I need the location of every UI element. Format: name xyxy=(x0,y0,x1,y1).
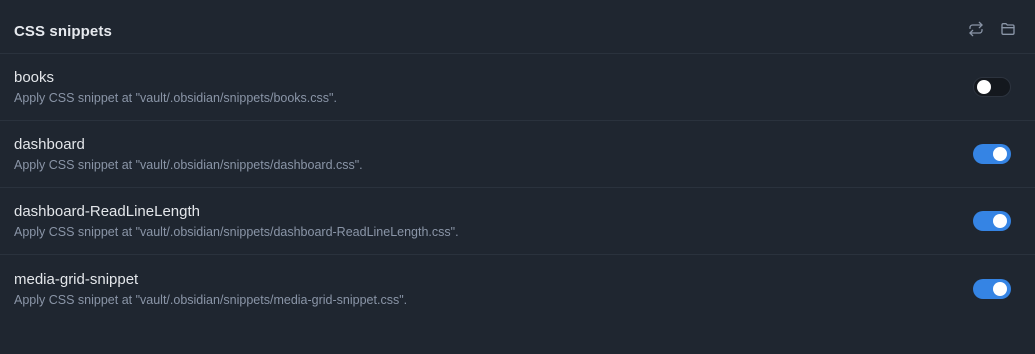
open-snippets-folder-button[interactable] xyxy=(999,23,1017,41)
section-title: CSS snippets xyxy=(14,23,112,40)
snippet-name: dashboard xyxy=(14,136,85,153)
snippet-row: media-grid-snippet Apply CSS snippet at … xyxy=(0,255,1035,322)
snippet-description: Apply CSS snippet at "vault/.obsidian/sn… xyxy=(14,158,363,172)
snippet-row: dashboard-ReadLineLength Apply CSS snipp… xyxy=(0,188,1035,255)
toggle-knob xyxy=(993,147,1007,161)
snippet-row: dashboard Apply CSS snippet at "vault/.o… xyxy=(0,121,1035,188)
snippet-name: books xyxy=(14,69,55,86)
section-header: CSS snippets xyxy=(0,0,1035,54)
toggle-knob xyxy=(993,281,1007,296)
header-actions xyxy=(967,21,1017,42)
snippet-toggle-dashboard[interactable] xyxy=(973,144,1011,164)
snippet-name: media-grid-snippet xyxy=(14,270,139,288)
snippet-name: dashboard-ReadLineLength xyxy=(14,203,200,220)
reload-snippets-button[interactable] xyxy=(967,21,985,42)
snippet-toggle-dashboard-readlinelength[interactable] xyxy=(973,211,1011,231)
reload-icon xyxy=(968,21,984,42)
toggle-knob xyxy=(993,214,1007,228)
snippet-description: Apply CSS snippet at "vault/.obsidian/sn… xyxy=(14,91,337,105)
snippet-toggle-books[interactable] xyxy=(973,77,1011,97)
snippet-description: Apply CSS snippet at "vault/.obsidian/sn… xyxy=(14,225,459,239)
toggle-knob xyxy=(977,80,991,94)
folder-icon xyxy=(1000,21,1016,42)
snippet-description: Apply CSS snippet at "vault/.obsidian/sn… xyxy=(14,292,408,307)
snippet-row: books Apply CSS snippet at "vault/.obsid… xyxy=(0,54,1035,121)
css-snippets-panel: CSS snippets books Apply CSS snippet at … xyxy=(0,0,1035,354)
snippet-toggle-media-grid-snippet[interactable] xyxy=(973,278,1011,299)
